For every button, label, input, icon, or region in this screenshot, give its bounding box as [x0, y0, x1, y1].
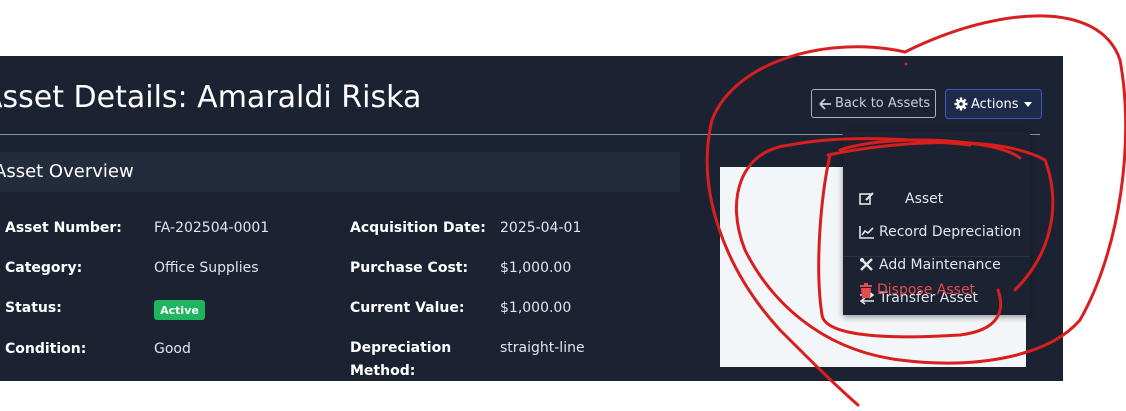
current-value-value: $1,000.00 [500, 300, 572, 316]
chart-line-icon [859, 226, 874, 239]
actions-button[interactable]: Actions [945, 89, 1042, 119]
dispose-asset-label: Dispose Asset [877, 282, 976, 298]
add-maintenance-label: Add Maintenance [879, 257, 1001, 273]
back-to-assets-label: Back to Assets [835, 96, 931, 111]
gear-icon [954, 97, 968, 111]
record-depreciation-menu-item[interactable]: Record Depreciation [859, 224, 1021, 240]
depreciation-method-label-line2: Method: [350, 363, 416, 379]
record-depreciation-label: Record Depreciation [879, 224, 1022, 240]
depreciation-method-value: straight-line [500, 340, 585, 356]
status-label: Status: [5, 300, 62, 316]
edit-asset-menu-item[interactable]: Asset [859, 191, 943, 207]
condition-label: Condition: [5, 341, 87, 357]
dispose-asset-menu-item[interactable]: Dispose Asset [859, 282, 975, 298]
category-value: Office Supplies [154, 260, 259, 276]
arrow-left-icon [819, 97, 831, 110]
page-title: Asset Details: Amaraldi Riska [0, 80, 422, 115]
asset-overview-title: Asset Overview [0, 161, 134, 182]
actions-label: Actions [971, 96, 1019, 112]
asset-number-value: FA-202504-0001 [154, 220, 270, 236]
condition-value: Good [154, 341, 191, 357]
add-maintenance-menu-item[interactable]: Add Maintenance [859, 257, 1001, 273]
dropdown-divider [843, 256, 1030, 257]
tools-icon [860, 258, 873, 271]
edit-icon [859, 192, 874, 205]
caret-down-icon [1023, 101, 1032, 107]
app-container: Asset Details: Amaraldi Riska Back to As… [0, 56, 1063, 381]
status-badge: Active [154, 300, 205, 320]
purchase-cost-label: Purchase Cost: [350, 260, 469, 276]
category-label: Category: [5, 260, 83, 276]
acquisition-date-value: 2025-04-01 [500, 220, 582, 236]
asset-number-label: Asset Number: [5, 220, 122, 236]
purchase-cost-value: $1,000.00 [500, 260, 572, 276]
asset-overview-header: Asset Overview [0, 152, 680, 192]
acquisition-date-label: Acquisition Date: [350, 220, 486, 236]
edit-asset-label: Asset [905, 191, 944, 207]
back-to-assets-button[interactable]: Back to Assets [811, 89, 936, 118]
trash-icon [860, 282, 872, 298]
current-value-label: Current Value: [350, 300, 465, 316]
depreciation-method-label-line1: Depreciation [350, 340, 452, 356]
